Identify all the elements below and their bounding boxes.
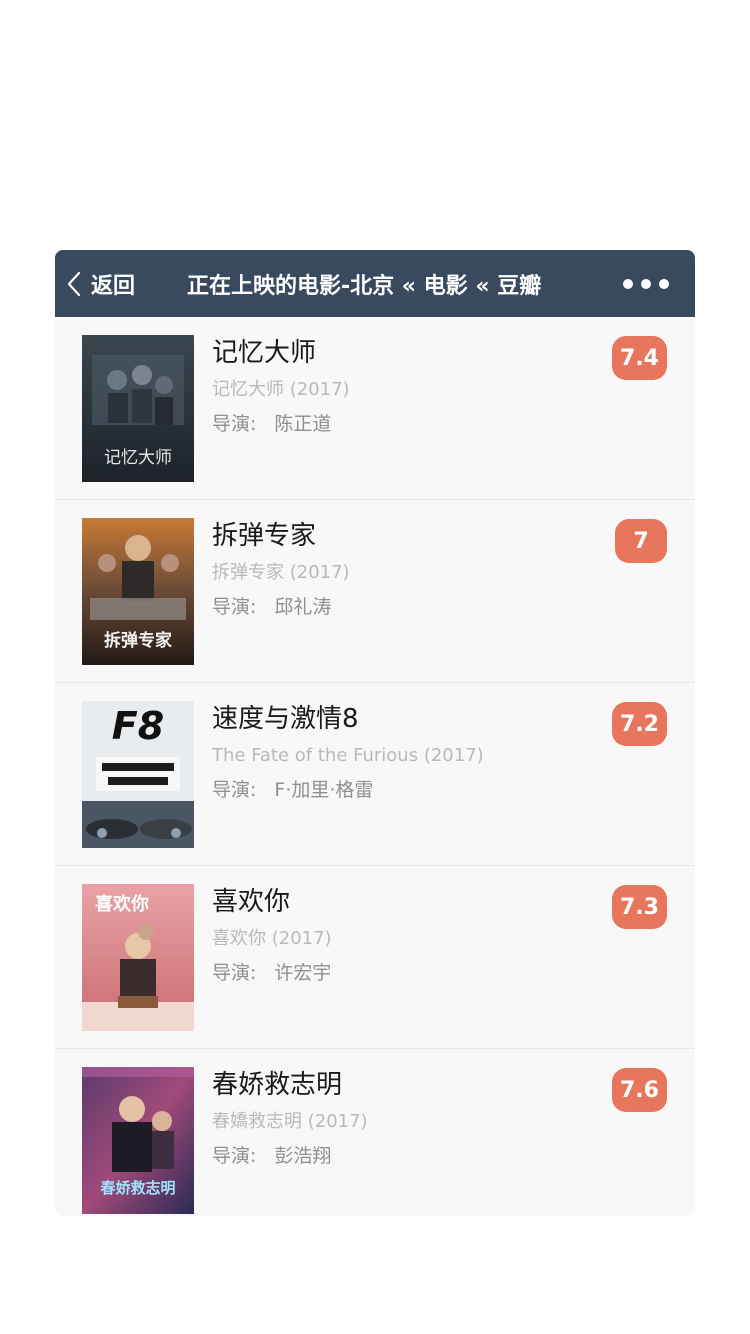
movie-original-title: 喜欢你 (2017): [212, 928, 332, 949]
navigation-bar: 返回 正在上映的电影-北京 « 电影 « 豆瓣: [55, 250, 695, 317]
movie-poster: 记忆大师: [82, 335, 194, 482]
movie-list: 记忆大师 记忆大师 记忆大师 (2017) 导演: 陈正道 7.4 拆弹专家 拆…: [55, 317, 695, 1216]
poster-title: 记忆大师: [104, 448, 172, 468]
more-dot: [641, 278, 651, 289]
movie-title: 春娇救志明: [212, 1070, 343, 1100]
poster-title: 喜欢你: [95, 893, 149, 915]
rating-badge: 7.2: [612, 702, 667, 746]
rating-badge: 7.4: [612, 336, 667, 380]
movie-list-item[interactable]: 拆弹专家 拆弹专家 拆弹专家 (2017) 导演: 邱礼涛 7: [55, 500, 695, 683]
movie-list-item[interactable]: 记忆大师 记忆大师 记忆大师 (2017) 导演: 陈正道 7.4: [55, 317, 695, 500]
director-label: 导演:: [212, 596, 257, 618]
movie-director: 导演: 许宏宇: [212, 960, 592, 986]
back-label: 返回: [91, 273, 136, 299]
movie-title: 记忆大师: [212, 338, 317, 368]
movie-poster: 拆弹专家: [82, 518, 194, 665]
director-name: 邱礼涛: [274, 596, 332, 618]
director-label: 导演:: [212, 413, 257, 435]
movie-title: 喜欢你: [212, 887, 291, 917]
chevron-left-icon: [63, 269, 85, 299]
webview-window: 返回 正在上映的电影-北京 « 电影 « 豆瓣 记忆大师 记忆大师 记忆大师 (…: [55, 250, 695, 1216]
movie-title: 速度与激情8: [212, 704, 359, 734]
page-title: 正在上映的电影-北京 « 电影 « 豆瓣: [187, 273, 542, 299]
movie-director: 导演: 彭浩翔: [212, 1143, 592, 1169]
director-label: 导演:: [212, 962, 257, 984]
movie-list-item[interactable]: 春娇救志明 春娇救志明 春嬌救志明 (2017) 导演: 彭浩翔 7.6: [55, 1049, 695, 1216]
rating-badge: 7.6: [612, 1068, 667, 1112]
movie-poster: 春娇救志明: [82, 1067, 194, 1214]
director-label: 导演:: [212, 779, 257, 801]
poster-title: 春娇救志明: [100, 1179, 175, 1197]
poster-title: 拆弹专家: [104, 630, 172, 651]
rating-badge: 7.3: [612, 885, 667, 929]
movie-director: 导演: F·加里·格雷: [212, 777, 592, 803]
poster-title: F8: [112, 704, 164, 748]
director-label: 导演:: [212, 1145, 257, 1167]
movie-director: 导演: 邱礼涛: [212, 594, 592, 620]
movie-list-item[interactable]: 喜欢你 喜欢你 喜欢你 (2017) 导演: 许宏宇 7.3: [55, 866, 695, 1049]
director-name: 陈正道: [274, 413, 332, 435]
more-dots-icon: [623, 278, 633, 289]
director-name: F·加里·格雷: [274, 779, 374, 801]
movie-original-title: 拆弹专家 (2017): [212, 562, 350, 583]
rating-badge: 7: [615, 519, 667, 563]
more-dot: [659, 278, 669, 289]
movie-poster: 喜欢你: [82, 884, 194, 1031]
movie-original-title: 春嬌救志明 (2017): [212, 1111, 368, 1132]
movie-original-title: The Fate of the Furious (2017): [212, 745, 484, 766]
movie-poster: F8: [82, 701, 194, 848]
movie-original-title: 记忆大师 (2017): [212, 379, 350, 400]
director-name: 彭浩翔: [274, 1145, 332, 1167]
movie-title: 拆弹专家: [212, 521, 317, 551]
movie-director: 导演: 陈正道: [212, 411, 592, 437]
back-button[interactable]: 返回: [63, 250, 135, 317]
movie-list-item[interactable]: F8 速度与激情8 The Fate of the Furious (2017)…: [55, 683, 695, 866]
director-name: 许宏宇: [274, 962, 332, 984]
more-button[interactable]: [623, 250, 669, 317]
